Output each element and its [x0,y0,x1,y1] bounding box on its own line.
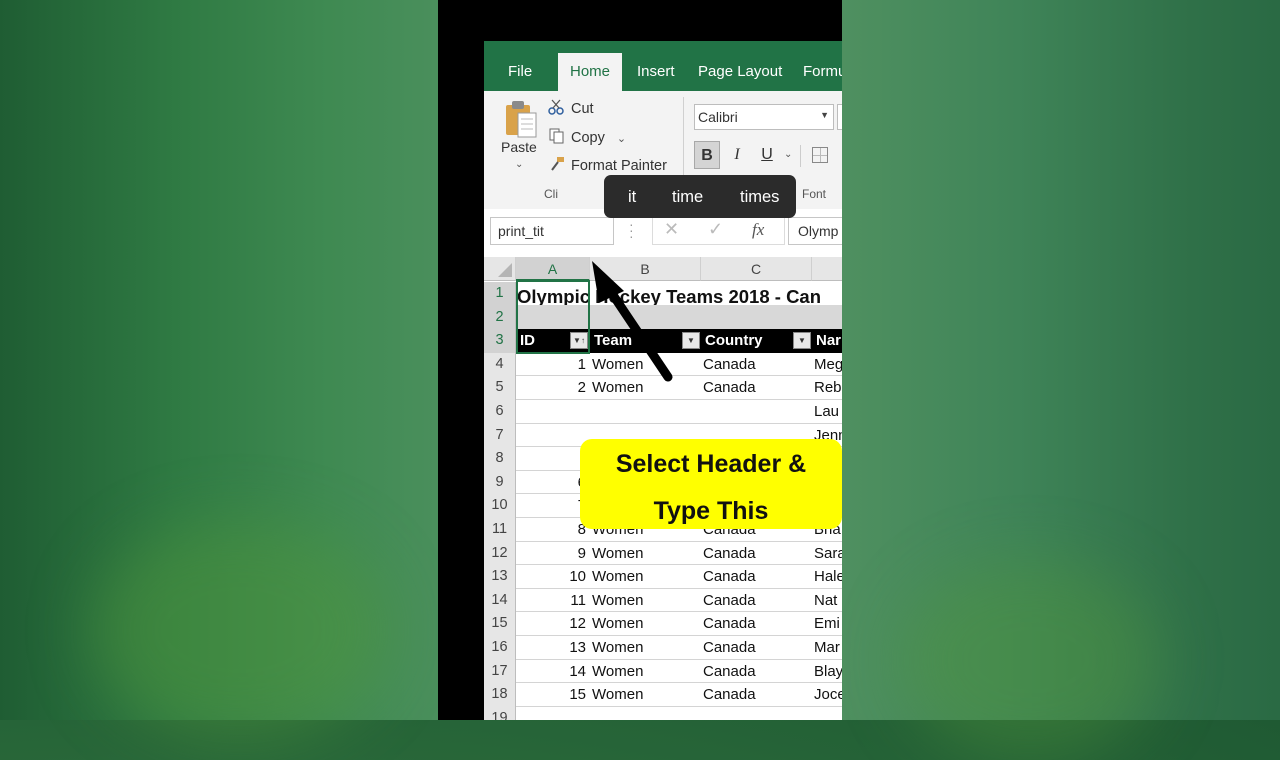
background-glow [900,560,1160,760]
excel-window: File Home Insert Page Layout Formu Paste… [484,41,842,720]
pointer-arrow-icon [592,261,673,382]
video-frame: File Home Insert Page Layout Formu Paste… [438,0,842,720]
background-glow [90,520,390,740]
